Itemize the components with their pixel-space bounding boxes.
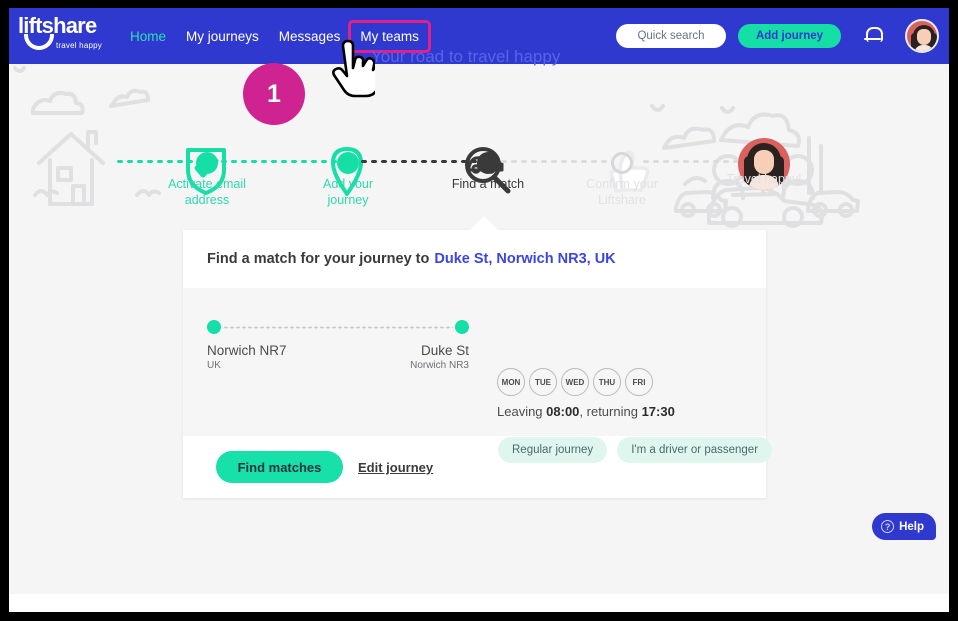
day-chip-wed[interactable]: WED <box>561 368 589 396</box>
step-label-find-a-match: Find a match <box>451 177 525 191</box>
route-summary: Norwich NR7 UK Duke St Norwich NR3 <box>207 320 469 371</box>
logo-tagline: travel happy <box>56 41 102 50</box>
route-origin: Norwich NR7 UK <box>207 343 287 371</box>
destination-link[interactable]: Duke St, Norwich NR3, UK <box>434 251 615 267</box>
route-endpoints: Norwich NR7 UK Duke St Norwich NR3 <box>207 343 469 371</box>
edit-journey-link[interactable]: Edit journey <box>358 460 433 475</box>
notification-bell-icon[interactable] <box>863 24 883 48</box>
route-destination-dot <box>455 320 469 334</box>
route-destination: Duke St Norwich NR3 <box>410 343 469 371</box>
schedule-text: Leaving 08:00, returning 17:30 <box>497 404 675 419</box>
find-matches-button[interactable]: Find matches <box>216 451 343 483</box>
card-pointer-arrow <box>470 216 498 230</box>
route-dotted-line <box>223 326 453 329</box>
browser-viewport: liftshare travel happy Home My journeys … <box>9 8 949 612</box>
track-segment-4 <box>499 159 611 164</box>
track-segment-1 <box>115 159 207 164</box>
step-node-add-journey[interactable] <box>337 152 359 174</box>
step-node-find-a-match[interactable] <box>477 152 499 174</box>
route-destination-sub: Norwich NR3 <box>410 360 469 371</box>
returning-time: 17:30 <box>641 404 675 419</box>
route-destination-main: Duke St <box>420 343 469 358</box>
day-chip-fri[interactable]: FRI <box>625 368 653 396</box>
step-label-add-journey: Add your journey <box>322 177 374 207</box>
card-body: Norwich NR7 UK Duke St Norwich NR3 <box>183 288 766 436</box>
pointing-hand-cursor <box>332 39 375 98</box>
chip-driver-or-passenger[interactable]: I'm a driver or passenger <box>617 437 773 463</box>
question-mark-icon: ? <box>881 520 895 533</box>
track-segment-3 <box>359 159 477 164</box>
step-node-confirm-liftshare[interactable] <box>611 152 633 174</box>
card-heading-prefix: Find a match for your journey to <box>207 251 430 267</box>
step-node-activate-email[interactable] <box>196 152 218 174</box>
track-segment-2 <box>219 159 337 164</box>
step-label-confirm-liftshare: Confirm your Liftshare <box>586 177 658 207</box>
journey-tags: Regular journey I'm a driver or passenge… <box>498 437 782 463</box>
nav-item-home[interactable]: Home <box>121 23 175 50</box>
step-label-travel-happy: Travel happy! <box>726 172 802 186</box>
progress-track <box>9 152 949 174</box>
day-chip-tue[interactable]: TUE <box>529 368 557 396</box>
route-origin-sub: UK <box>207 360 221 371</box>
leaving-time: 08:00 <box>546 404 580 419</box>
route-origin-main: Norwich NR7 <box>207 343 287 358</box>
add-journey-button[interactable]: Add journey <box>738 24 841 48</box>
liftshare-logo[interactable]: liftshare travel happy <box>18 15 118 57</box>
day-selector: MON TUE WED THU FRI <box>497 368 657 396</box>
chip-regular-journey[interactable]: Regular journey <box>498 437 608 463</box>
quick-search-button[interactable]: Quick search <box>616 24 726 48</box>
returning-prefix: , returning <box>579 404 642 419</box>
header-actions: Quick search Add journey <box>616 8 943 64</box>
page-footer-strip <box>9 594 949 612</box>
day-chip-thu[interactable]: THU <box>593 368 621 396</box>
nav-item-my-journeys[interactable]: My journeys <box>177 23 268 50</box>
page-title: Your road to travel happy <box>371 47 561 66</box>
annotation-step-badge: 1 <box>243 63 305 125</box>
day-chip-mon[interactable]: MON <box>497 368 525 396</box>
card-heading: Find a match for your journey to Duke St… <box>183 230 766 288</box>
route-origin-dot <box>207 320 221 334</box>
avatar-face <box>917 29 931 45</box>
help-button[interactable]: ? Help <box>872 513 936 540</box>
step-label-activate-email: Activate email address <box>168 177 246 207</box>
leaving-prefix: Leaving <box>497 404 547 419</box>
route-line <box>207 320 469 334</box>
user-avatar[interactable] <box>905 19 939 53</box>
help-label: Help <box>899 520 924 533</box>
logo-smile-icon <box>24 34 54 50</box>
